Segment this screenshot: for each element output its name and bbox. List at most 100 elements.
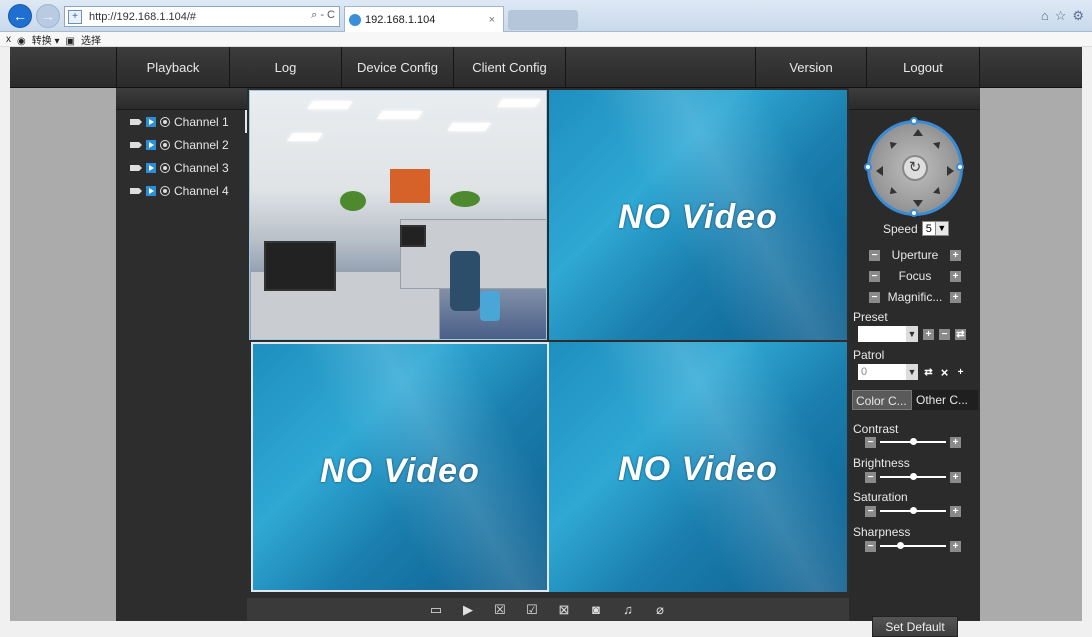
- slider-track[interactable]: [880, 542, 946, 549]
- nav-client-config[interactable]: Client Config: [454, 47, 566, 88]
- preset-goto-button[interactable]: ⇄: [955, 328, 966, 340]
- magnific-minus-button[interactable]: −: [869, 291, 880, 303]
- tab-other-config[interactable]: Other C...: [912, 390, 978, 410]
- nav-version[interactable]: Version: [755, 47, 867, 88]
- convert-button[interactable]: ◉ 转换 ▾: [17, 32, 60, 47]
- nav-playback[interactable]: Playback: [116, 47, 230, 88]
- ptz-left-icon[interactable]: [876, 166, 883, 176]
- channel-item-2[interactable]: Channel 2: [116, 133, 247, 156]
- preset-remove-button[interactable]: −: [939, 328, 950, 340]
- mute-audio-icon[interactable]: ♫: [620, 602, 636, 617]
- preset-add-button[interactable]: +: [923, 328, 934, 340]
- ptz-up-left-icon[interactable]: [887, 139, 897, 149]
- record-icon[interactable]: [160, 185, 170, 196]
- saturation-slider[interactable]: − +: [865, 505, 961, 517]
- address-bar[interactable]: + http://192.168.1.104/# ⌕ - C: [64, 6, 340, 27]
- ptz-up-icon[interactable]: [913, 129, 923, 136]
- slider-knob[interactable]: [910, 507, 917, 514]
- brightness-slider[interactable]: − +: [865, 471, 961, 483]
- record-icon[interactable]: [160, 116, 170, 127]
- browser-tab-new[interactable]: [508, 10, 578, 30]
- channel-item-1[interactable]: Channel 1: [116, 110, 247, 133]
- nav-device-config[interactable]: Device Config: [342, 47, 454, 88]
- address-url: http://192.168.1.104/#: [89, 10, 197, 23]
- ptz-ring-handle[interactable]: [956, 163, 964, 171]
- preset-select[interactable]: [858, 326, 906, 342]
- forward-button[interactable]: →: [36, 4, 60, 28]
- patrol-refresh-button[interactable]: ⇄: [923, 367, 934, 378]
- record-stop-icon[interactable]: ⊠: [556, 602, 572, 617]
- ptz-control-panel: ↻ Speed 5 ▼ − Uperture + − Focus + − Mag…: [849, 88, 980, 637]
- slider-track[interactable]: [880, 507, 946, 514]
- video-tile-3[interactable]: NO Video: [251, 342, 549, 592]
- snapshot-camera-icon[interactable]: ◙: [588, 602, 604, 617]
- uperture-minus-button[interactable]: −: [869, 249, 880, 261]
- back-button[interactable]: ←: [8, 4, 32, 28]
- slider-track[interactable]: [880, 473, 946, 480]
- video-tile-4[interactable]: NO Video: [549, 342, 847, 592]
- slider-knob[interactable]: [910, 438, 917, 445]
- sharpness-plus-button[interactable]: +: [950, 540, 961, 552]
- ptz-ring-handle[interactable]: [910, 117, 918, 125]
- contrast-slider[interactable]: − +: [865, 436, 961, 448]
- favorites-star-icon[interactable]: ☆: [1055, 8, 1067, 24]
- brightness-minus-button[interactable]: −: [865, 471, 876, 483]
- browser-tab-active[interactable]: 192.168.1.104 ×: [344, 6, 504, 32]
- slider-track[interactable]: [880, 438, 946, 445]
- patrol-delete-button[interactable]: ×: [939, 366, 950, 379]
- record-icon[interactable]: [160, 139, 170, 150]
- channel-item-4[interactable]: Channel 4: [116, 179, 247, 202]
- brightness-plus-button[interactable]: +: [950, 471, 961, 483]
- ptz-direction-wheel[interactable]: ↻: [864, 117, 964, 217]
- sharpness-slider[interactable]: − +: [865, 540, 961, 552]
- channel-item-3[interactable]: Channel 3: [116, 156, 247, 179]
- saturation-plus-button[interactable]: +: [950, 505, 961, 517]
- contrast-minus-button[interactable]: −: [865, 436, 876, 448]
- ptz-down-left-icon[interactable]: [887, 187, 897, 197]
- patrol-select[interactable]: 0: [858, 364, 906, 380]
- ptz-down-icon[interactable]: [913, 200, 923, 207]
- play-icon[interactable]: [146, 116, 156, 127]
- ptz-ring-handle[interactable]: [910, 209, 918, 217]
- slider-knob[interactable]: [896, 542, 904, 549]
- monitor-icon[interactable]: ▭: [428, 602, 444, 617]
- slider-knob[interactable]: [910, 473, 917, 480]
- select-button[interactable]: ▣ 选择: [66, 32, 101, 47]
- mute-mic-icon[interactable]: ⌀: [652, 602, 668, 617]
- chevron-down-icon[interactable]: ▼: [906, 364, 918, 380]
- sharpness-minus-button[interactable]: −: [865, 540, 876, 552]
- ptz-right-icon[interactable]: [947, 166, 954, 176]
- patrol-add-button[interactable]: +: [955, 367, 966, 378]
- browser-right-icons: ⌂ ☆ ⚙: [1041, 8, 1084, 24]
- search-refresh-icon[interactable]: ⌕ - C: [311, 9, 335, 22]
- record-start-icon[interactable]: ☑: [524, 602, 540, 617]
- ptz-up-right-icon[interactable]: [933, 139, 943, 149]
- play-all-icon[interactable]: ▶: [460, 602, 476, 617]
- tools-gear-icon[interactable]: ⚙: [1072, 8, 1084, 24]
- contrast-plus-button[interactable]: +: [950, 436, 961, 448]
- record-icon[interactable]: [160, 162, 170, 173]
- ptz-ring-handle[interactable]: [864, 163, 872, 171]
- speed-select[interactable]: 5 ▼: [921, 221, 949, 236]
- set-default-button[interactable]: Set Default: [872, 616, 958, 637]
- focus-plus-button[interactable]: +: [950, 270, 961, 282]
- play-icon[interactable]: [146, 185, 156, 196]
- home-icon[interactable]: ⌂: [1041, 8, 1049, 24]
- uperture-plus-button[interactable]: +: [950, 249, 961, 261]
- stop-all-icon[interactable]: ☒: [492, 602, 508, 617]
- magnific-plus-button[interactable]: +: [950, 291, 961, 303]
- tab-close-icon[interactable]: ×: [489, 14, 495, 26]
- video-tile-1-live[interactable]: [249, 90, 547, 340]
- close-command-bar-icon[interactable]: x: [6, 34, 11, 45]
- play-icon[interactable]: [146, 162, 156, 173]
- chevron-down-icon[interactable]: ▼: [906, 326, 918, 342]
- tab-color-config[interactable]: Color C...: [852, 390, 912, 410]
- ptz-auto-rotate-icon[interactable]: ↻: [902, 155, 928, 181]
- play-icon[interactable]: [146, 139, 156, 150]
- focus-minus-button[interactable]: −: [869, 270, 880, 282]
- video-tile-2[interactable]: NO Video: [549, 90, 847, 340]
- saturation-minus-button[interactable]: −: [865, 505, 876, 517]
- nav-logout[interactable]: Logout: [867, 47, 980, 88]
- ptz-down-right-icon[interactable]: [933, 187, 943, 197]
- nav-log[interactable]: Log: [230, 47, 342, 88]
